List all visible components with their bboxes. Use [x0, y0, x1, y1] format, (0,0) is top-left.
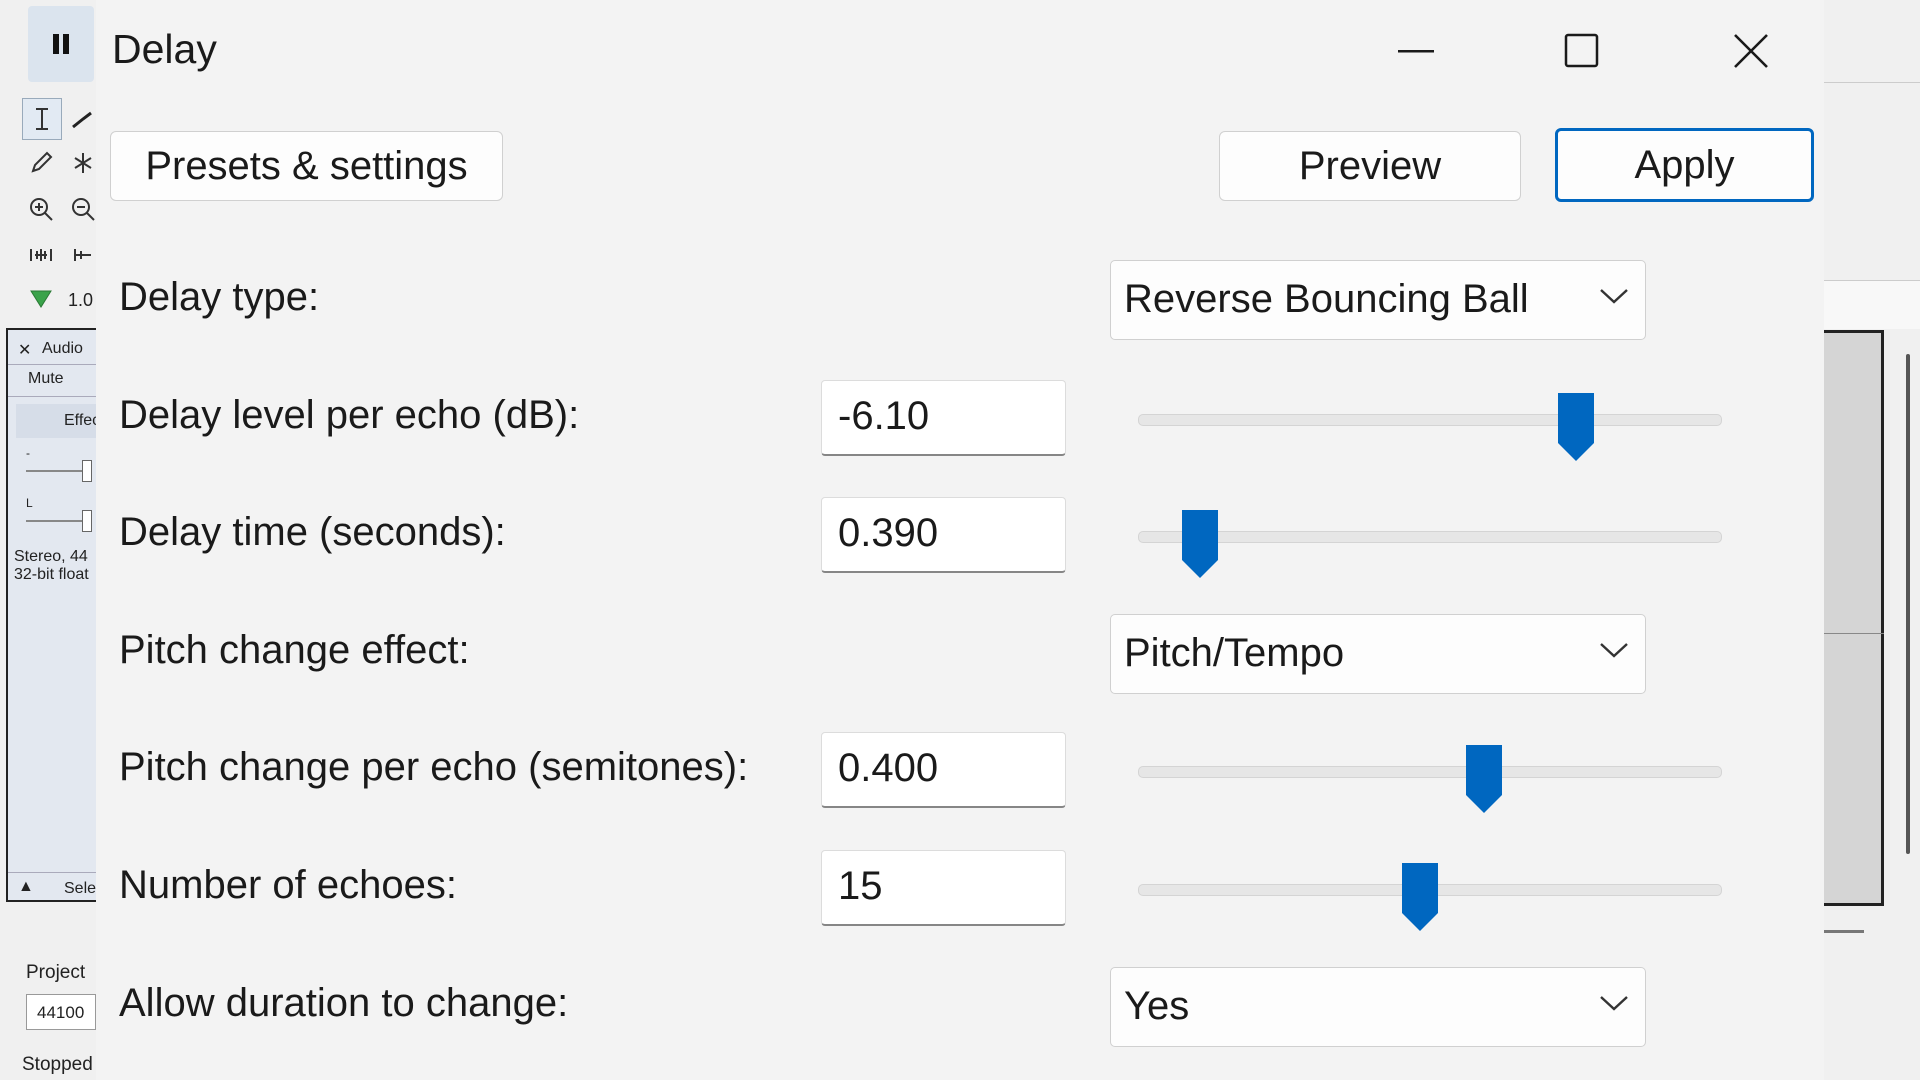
delay-level-input[interactable]: -6.10	[821, 380, 1066, 456]
fit-project-icon	[74, 249, 91, 261]
minimize-button[interactable]	[1377, 20, 1457, 82]
close-icon	[1734, 34, 1768, 68]
audio-track-waveform-area[interactable]	[1824, 330, 1884, 906]
delay-time-input[interactable]: 0.390	[821, 497, 1066, 573]
echoes-slider-thumb[interactable]	[1400, 861, 1440, 933]
delay-type-dropdown[interactable]: Reverse Bouncing Ball	[1110, 260, 1646, 340]
zoom-out-icon	[72, 198, 95, 221]
pitch-effect-value: Pitch/Tempo	[1124, 631, 1345, 675]
presets-settings-button[interactable]: Presets & settings	[110, 131, 503, 201]
allow-duration-value: Yes	[1124, 984, 1190, 1028]
delay-dialog: Delay Presets & settings Preview Apply D…	[96, 0, 1824, 1080]
track-close-button[interactable]: ✕	[18, 340, 31, 360]
echoes-label: Number of echoes:	[119, 863, 457, 907]
dialog-title-bar[interactable]: Delay	[96, 0, 1824, 104]
gain-slider[interactable]	[26, 470, 84, 472]
fit-selection-button[interactable]	[22, 236, 60, 274]
pitch-per-echo-slider[interactable]	[1138, 741, 1722, 813]
delay-type-label: Delay type:	[119, 275, 320, 319]
echoes-input[interactable]: 15	[821, 850, 1066, 926]
project-rate-label: Project	[26, 962, 86, 983]
delay-time-label: Delay time (seconds):	[119, 510, 506, 554]
pan-slider-thumb[interactable]	[82, 510, 92, 532]
delay-time-slider-thumb[interactable]	[1180, 508, 1220, 580]
minimize-icon	[1398, 50, 1434, 53]
fit-selection-icon	[30, 249, 52, 261]
effects-label: Effec	[64, 412, 101, 429]
select-track-button[interactable]: Sele	[64, 880, 96, 898]
pitch-per-echo-input[interactable]: 0.400	[821, 732, 1066, 808]
track-format-line1: Stereo, 44	[14, 548, 88, 565]
horizontal-scrollbar[interactable]	[1824, 930, 1864, 933]
track-format-line2: 32-bit float	[14, 566, 89, 583]
timeline-ruler[interactable]	[1824, 280, 1920, 329]
allow-duration-dropdown[interactable]: Yes	[1110, 967, 1646, 1047]
draw-tool-button[interactable]	[22, 144, 60, 182]
pitch-effect-dropdown[interactable]: Pitch/Tempo	[1110, 614, 1646, 694]
pan-label: L	[26, 496, 33, 510]
gain-slider-thumb[interactable]	[82, 460, 92, 482]
maximize-icon	[1564, 33, 1599, 68]
pitch-effect-label: Pitch change effect:	[119, 628, 470, 672]
status-bar-text: Stopped	[22, 1054, 93, 1075]
delay-level-label: Delay level per echo (dB):	[119, 393, 580, 437]
collapse-track-icon[interactable]: ▲	[18, 878, 34, 896]
delay-type-value: Reverse Bouncing Ball	[1124, 277, 1529, 321]
delay-level-slider[interactable]	[1138, 389, 1722, 461]
preview-button[interactable]: Preview	[1219, 131, 1521, 201]
maximize-button[interactable]	[1542, 20, 1622, 82]
close-button[interactable]	[1711, 20, 1791, 82]
pitch-per-echo-label: Pitch change per echo (semitones):	[119, 745, 749, 789]
pencil-icon	[31, 151, 53, 173]
pause-button[interactable]	[28, 6, 94, 82]
zoom-in-icon	[30, 198, 53, 221]
track-name-menu[interactable]: Audio	[42, 340, 83, 358]
delay-level-slider-thumb[interactable]	[1556, 391, 1596, 463]
i-beam-icon	[36, 108, 48, 130]
pause-icon	[53, 34, 59, 54]
background-app-left-panel: 1.0 ✕ Audio Mute Effec - L Stereo, 44 32…	[0, 0, 100, 1080]
speed-value: 1.0	[68, 290, 94, 310]
play-triangle-icon	[30, 290, 52, 308]
pan-slider[interactable]	[26, 520, 84, 522]
pitch-per-echo-slider-thumb[interactable]	[1464, 743, 1504, 815]
zoom-in-button[interactable]	[22, 190, 60, 228]
asterisk-icon	[74, 153, 92, 173]
echoes-slider[interactable]	[1138, 859, 1722, 931]
delay-time-slider[interactable]	[1138, 506, 1722, 578]
envelope-icon	[72, 111, 92, 129]
mute-button[interactable]: Mute	[28, 370, 64, 388]
chevron-down-icon	[1600, 289, 1628, 304]
gain-label: -	[26, 446, 30, 460]
chevron-down-icon	[1600, 643, 1628, 658]
project-rate-input[interactable]: 44100	[26, 994, 96, 1030]
selection-tool-button[interactable]	[22, 98, 62, 140]
effects-button[interactable]: Effec	[16, 404, 100, 438]
chevron-down-icon	[1600, 996, 1628, 1011]
apply-button[interactable]: Apply	[1555, 128, 1814, 202]
audio-track-control-panel: ✕ Audio Mute Effec - L Stereo, 44 32-bit…	[6, 328, 100, 902]
play-at-speed-button[interactable]	[22, 280, 60, 318]
allow-duration-label: Allow duration to change:	[119, 981, 569, 1025]
dialog-title: Delay	[112, 26, 217, 72]
vertical-scrollbar[interactable]	[1906, 354, 1910, 854]
